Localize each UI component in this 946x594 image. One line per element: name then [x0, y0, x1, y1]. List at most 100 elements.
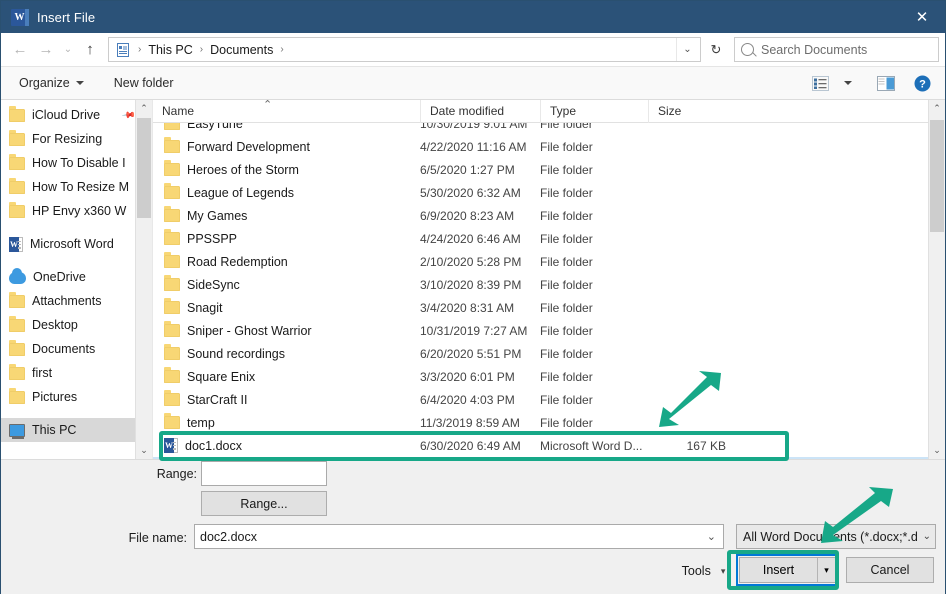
breadcrumb-documents[interactable]: Documents	[206, 41, 277, 59]
table-row[interactable]: PPSSPP 4/24/2020 6:46 AM File folder	[153, 227, 928, 250]
type-cell: File folder	[540, 231, 593, 246]
table-row[interactable]: doc1.docx 6/30/2020 6:49 AM Microsoft Word…	[153, 434, 928, 457]
date-modified-cell: 6/5/2020 1:27 PM	[420, 162, 515, 177]
sidebar-item-label: first	[32, 366, 53, 380]
view-options-dropdown[interactable]	[835, 71, 861, 95]
sidebar-item-how-to-disable-i[interactable]: How To Disable I	[1, 151, 152, 175]
table-row[interactable]: EasyTune 10/30/2019 9:01 AM File folder	[153, 123, 928, 135]
file-name-text: StarCraft II	[187, 392, 248, 407]
refresh-button[interactable]: ↻	[702, 37, 730, 62]
word-app-icon: W	[11, 8, 29, 26]
table-row[interactable]: Square Enix 3/3/2020 6:01 PM File folder	[153, 365, 928, 388]
folder-icon	[9, 177, 25, 194]
sidebar-item-label: How To Resize M	[32, 180, 130, 194]
sidebar-item-for-resizing[interactable]: For Resizing	[1, 127, 152, 151]
organize-button[interactable]: Organize	[11, 72, 92, 94]
sidebar-item-label: iCloud Drive	[32, 108, 101, 122]
type-cell: File folder	[540, 300, 593, 315]
column-header-name[interactable]: Name ⌃	[153, 100, 420, 123]
type-cell: File folder	[540, 415, 593, 430]
table-row[interactable]: League of Legends 5/30/2020 6:32 AM File f…	[153, 181, 928, 204]
date-modified-cell: 6/30/2020 6:49 AM	[420, 438, 521, 453]
view-options-button[interactable]	[807, 71, 833, 95]
file-name-cell: StarCraft II	[153, 390, 420, 407]
scroll-up-icon[interactable]: ⌃	[136, 100, 152, 117]
sidebar-item-documents[interactable]: Documents	[1, 337, 152, 361]
sidebar-item-onedrive[interactable]: OneDrive	[1, 265, 152, 289]
table-row[interactable]: Snagit 3/4/2020 8:31 AM File folder	[153, 296, 928, 319]
scroll-up-icon[interactable]: ⌃	[929, 100, 945, 117]
table-row[interactable]: Forward Development 4/22/2020 11:16 AM Fil…	[153, 135, 928, 158]
sidebar-item-how-to-resize-m[interactable]: How To Resize M	[1, 175, 152, 199]
chevron-down-icon[interactable]: ⌄	[676, 38, 698, 61]
sidebar-scrollbar[interactable]: ⌃ ⌄	[135, 100, 152, 459]
table-row[interactable]: Heroes of the Storm 6/5/2020 1:27 PM File …	[153, 158, 928, 181]
forward-button[interactable]: →	[33, 37, 59, 63]
folder-icon	[164, 344, 180, 360]
table-row[interactable]: My Games 6/9/2020 8:23 AM File folder	[153, 204, 928, 227]
back-button[interactable]: ←	[7, 37, 33, 63]
cancel-button[interactable]: Cancel	[846, 557, 934, 583]
column-header-type[interactable]: Type	[540, 100, 648, 123]
breadcrumb-separator-trailing[interactable]: ›	[277, 44, 286, 55]
file-name-cell: Road Redemption	[153, 252, 420, 269]
table-row[interactable]: SideSync 3/10/2020 8:39 PM File folder	[153, 273, 928, 296]
file-name-cell: Sniper - Ghost Warrior	[153, 321, 420, 338]
chevron-down-icon[interactable]: ⌄	[707, 530, 718, 543]
type-cell: File folder	[540, 323, 593, 338]
sidebar-item-hp-envy-x360-w[interactable]: HP Envy x360 W	[1, 199, 152, 223]
tools-button[interactable]: Tools ▾	[671, 558, 736, 584]
sidebar-item-first[interactable]: first	[1, 361, 152, 385]
folder-icon	[9, 201, 25, 218]
table-row[interactable]: Sound recordings 6/20/2020 5:51 PM File fo…	[153, 342, 928, 365]
file-name-cell: League of Legends	[153, 183, 420, 200]
table-row[interactable]: temp 11/3/2019 8:59 AM File folder	[153, 411, 928, 434]
table-row[interactable]: StarCraft II 6/4/2020 4:03 PM File folder	[153, 388, 928, 411]
folder-icon	[9, 153, 25, 170]
sidebar-item-desktop[interactable]: Desktop	[1, 313, 152, 337]
file-name-text: PPSSPP	[187, 231, 238, 246]
sidebar-item-icloud-drive[interactable]: iCloud Drive 📌	[1, 103, 152, 127]
file-list-scroll-thumb[interactable]	[930, 120, 944, 232]
size-cell: 167 KB	[686, 438, 726, 453]
table-row[interactable]: doc2.docx6/30/2020 6:50 AMMicrosoft Word…	[153, 457, 928, 459]
sidebar-item-label: For Resizing	[32, 132, 103, 146]
range-input[interactable]	[201, 461, 327, 486]
scroll-down-icon[interactable]: ⌄	[136, 442, 152, 459]
recent-locations-button[interactable]: ⌄	[59, 37, 77, 63]
sidebar-item-label: Microsoft Word	[30, 237, 114, 251]
file-name-text: Road Redemption	[187, 254, 288, 269]
close-icon[interactable]: ✕	[899, 1, 945, 33]
preview-pane-button[interactable]	[873, 71, 899, 95]
sidebar-item-pictures[interactable]: Pictures	[1, 385, 152, 409]
scroll-down-icon[interactable]: ⌄	[929, 442, 945, 459]
date-modified-cell: 6/4/2020 4:03 PM	[420, 392, 515, 407]
column-header-size[interactable]: Size	[648, 100, 733, 123]
help-icon[interactable]: ?	[909, 71, 935, 95]
sidebar-item-label: Attachments	[32, 294, 102, 308]
range-button[interactable]: Range...	[201, 491, 327, 516]
folder-icon	[164, 183, 180, 199]
breadcrumb-this-pc[interactable]: This PC	[144, 41, 196, 59]
up-button[interactable]: ↑	[77, 37, 103, 63]
column-header-date[interactable]: Date modified	[420, 100, 540, 123]
file-name-text: League of Legends	[187, 185, 295, 200]
sidebar-item-attachments[interactable]: Attachments	[1, 289, 152, 313]
file-name-text: temp	[187, 415, 215, 430]
type-cell: File folder	[540, 139, 593, 154]
table-row[interactable]: Sniper - Ghost Warrior 10/31/2019 7:27 AM…	[153, 319, 928, 342]
title-bar: W Insert File ✕	[1, 1, 945, 33]
folder-icon	[164, 298, 180, 314]
file-name-text: Snagit	[187, 300, 223, 315]
table-row[interactable]: Road Redemption 2/10/2020 5:28 PM File fol…	[153, 250, 928, 273]
new-folder-button[interactable]: New folder	[106, 72, 182, 94]
file-name-value: doc2.docx	[200, 529, 257, 544]
file-name-input[interactable]: doc2.docx ⌄	[194, 524, 724, 549]
sidebar-item-microsoft-word[interactable]: Microsoft Word	[1, 232, 152, 256]
search-input[interactable]: Search Documents	[734, 37, 939, 62]
address-bar[interactable]: › This PC › Documents › ⌄	[108, 37, 701, 62]
sidebar-item-this-pc[interactable]: This PC	[1, 418, 152, 442]
file-type-dropdown[interactable]: All Word Documents (*.docx;*.d ⌄	[736, 524, 936, 549]
sidebar-scroll-thumb[interactable]	[137, 118, 151, 218]
file-list-scrollbar[interactable]: ⌃ ⌄	[928, 100, 945, 459]
